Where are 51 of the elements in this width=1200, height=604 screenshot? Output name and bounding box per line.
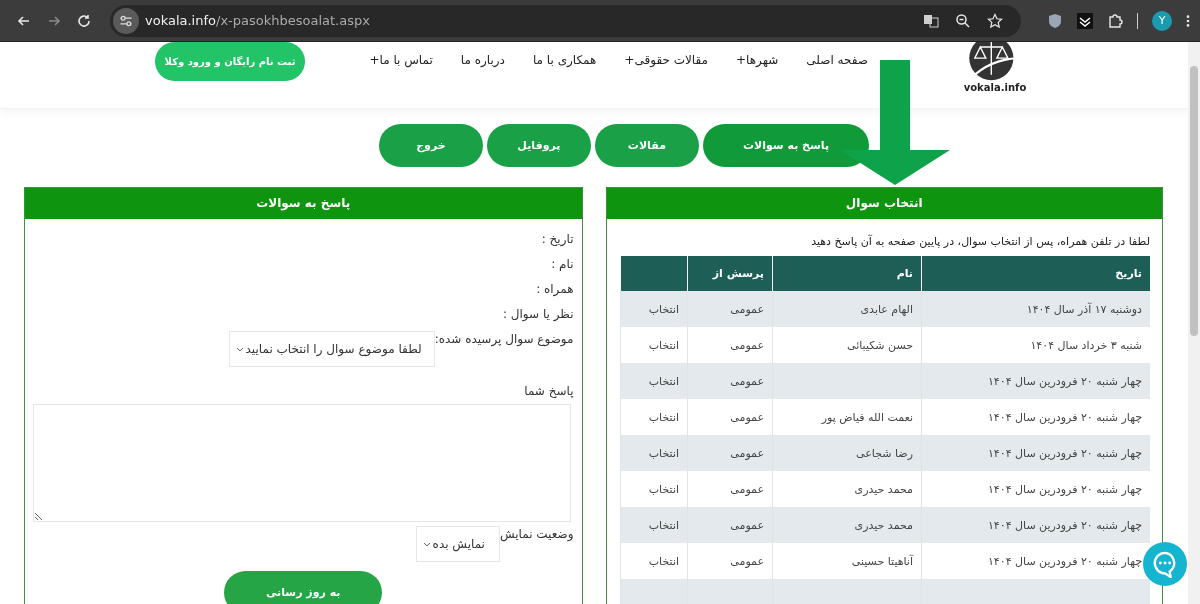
table-cell: چهار شنبه ۲۰ فرودرین سال ۱۴۰۴ <box>921 435 1150 471</box>
tab[interactable]: پاسخ به سوالات <box>702 124 870 167</box>
table-cell: چهار شنبه ۲۰ فرودرین سال ۱۴۰۴ <box>921 507 1150 543</box>
column-header: پرسش از <box>687 256 773 291</box>
address-bar[interactable]: vokala.info/x-pasokhbesoalat.aspx <box>110 4 1021 37</box>
select-link[interactable]: انتخاب <box>620 507 688 543</box>
hint-text: لطفا در تلفن همراه، پس از انتخاب سوال، در پایین صفحه به آن پاسخ دهید <box>810 235 1150 248</box>
table-cell: رضا شجاعی <box>772 435 922 471</box>
shield-icon[interactable] <box>1047 12 1063 29</box>
chevron-icon <box>422 541 431 547</box>
table-cell: الهام عابدی <box>772 291 922 327</box>
table-cell: عمومی <box>687 291 773 327</box>
status-dropdown[interactable]: نمایش بده <box>415 526 500 562</box>
table-cell: عمومی <box>687 507 773 543</box>
nav-link[interactable]: همکاری با ما <box>532 53 597 67</box>
nav-link[interactable]: درباره ما <box>460 53 505 67</box>
menu-icon[interactable] <box>1186 13 1190 28</box>
select-link[interactable]: انتخاب <box>620 435 688 471</box>
reload-icon[interactable] <box>76 12 92 29</box>
field-label: همراه : <box>535 281 574 299</box>
panel-title: انتخاب سوال <box>606 188 1162 219</box>
scrollbar[interactable] <box>1188 42 1200 604</box>
field-label: موضوع سوال پرسیده شده: <box>434 331 574 349</box>
table-cell: چهار شنبه ۲۰ فرودرین سال ۱۴۰۴ <box>921 363 1150 399</box>
column-header: تاریخ <box>921 256 1150 291</box>
table-cell: عمومی <box>687 435 773 471</box>
puzzle-icon[interactable] <box>1107 12 1123 29</box>
select-link[interactable]: انتخاب <box>620 291 688 327</box>
url-text: vokala.info/x-pasokhbesoalat.aspx <box>145 13 370 28</box>
chevron-icon <box>235 346 244 352</box>
field-label: نام : <box>550 256 574 273</box>
star-icon[interactable] <box>987 12 1003 29</box>
field-label: نظر یا سوال : <box>501 306 574 323</box>
site-settings-icon[interactable] <box>113 7 139 34</box>
nav-link[interactable]: تماس با ما+ <box>369 53 433 67</box>
nav-link[interactable]: صفحه اصلی <box>806 53 868 67</box>
field-label: پاسخ شما <box>523 383 574 400</box>
table-cell: محمد حیدری <box>772 507 922 543</box>
column-header: نام <box>772 256 922 291</box>
panel-title: پاسخ به سوالات <box>25 188 582 219</box>
nav-link[interactable]: شهرها+ <box>736 53 779 67</box>
field-label: تاریخ : <box>540 231 574 248</box>
table-cell: دوشنبه ۱۷ آذر سال ۱۴۰۴ <box>921 291 1150 327</box>
translate-icon[interactable] <box>923 12 939 29</box>
select-link[interactable]: انتخاب <box>620 363 688 399</box>
logo-text[interactable]: vokala.info <box>963 82 1027 93</box>
nav-link[interactable]: مقالات حقوقی+ <box>624 53 708 67</box>
zoom-out-icon[interactable] <box>955 12 971 29</box>
table-cell: عمومی <box>687 363 773 399</box>
field-label: وضعیت نمایش <box>499 526 574 544</box>
topic-dropdown[interactable]: لطفا موضوع سوال را انتخاب نمایید <box>228 331 435 367</box>
